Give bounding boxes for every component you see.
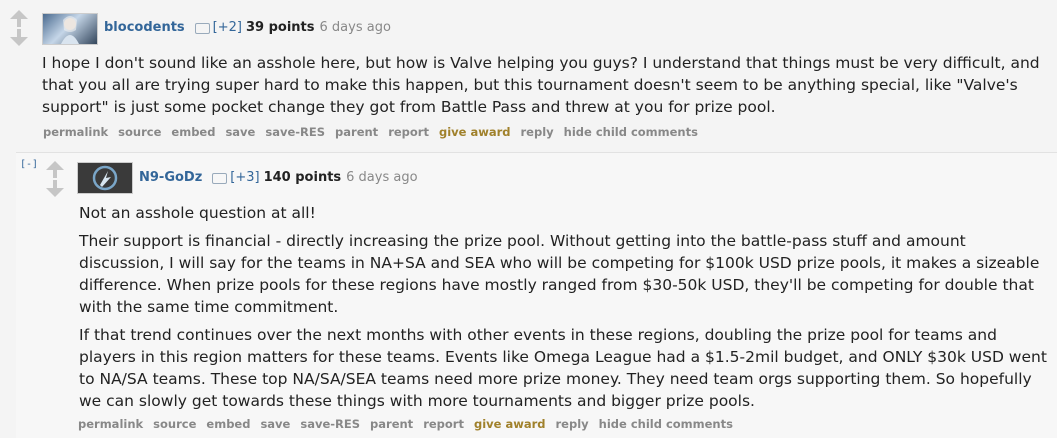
parent-button[interactable]: parent [370, 417, 413, 431]
comment-body: Not an asshole question at all! Their su… [79, 202, 1049, 418]
permalink-button[interactable]: permalink [78, 417, 143, 431]
give-award-button[interactable]: give award [474, 417, 546, 431]
user-tag-icon[interactable] [194, 23, 210, 34]
comment-buttons: permalink source embed save save-RES par… [43, 125, 698, 139]
hide-child-comments-button[interactable]: hide child comments [564, 125, 698, 139]
upvote-arrow-icon[interactable] [46, 161, 66, 178]
timestamp: 6 days ago [319, 20, 391, 35]
reply-button[interactable]: reply [556, 417, 589, 431]
embed-button[interactable]: embed [206, 417, 250, 431]
save-button[interactable]: save [260, 417, 290, 431]
vote-arrows [10, 10, 30, 46]
embed-button[interactable]: embed [171, 125, 215, 139]
comment-blocodents: blocodents [+2] 39 points 6 days ago I h… [0, 0, 1057, 150]
collapse-toggle[interactable]: [-] [20, 159, 38, 170]
save-res-button[interactable]: save-RES [300, 417, 360, 431]
downvote-arrow-icon[interactable] [10, 29, 30, 46]
comment-paragraph: Their support is financial - directly in… [79, 232, 1040, 316]
parent-button[interactable]: parent [335, 125, 378, 139]
save-res-button[interactable]: save-RES [265, 125, 325, 139]
source-button[interactable]: source [118, 125, 161, 139]
upvote-arrow-icon[interactable] [10, 10, 30, 27]
timestamp: 6 days ago [346, 170, 418, 185]
report-button[interactable]: report [388, 125, 429, 139]
avatar[interactable] [77, 162, 133, 194]
comment-paragraph: Not an asshole question at all! [79, 204, 316, 222]
report-button[interactable]: report [423, 417, 464, 431]
comment-tagline: blocodents [+2] 39 points 6 days ago [104, 20, 391, 35]
author-link[interactable]: N9-GoDz [139, 170, 202, 185]
downvote-arrow-icon[interactable] [46, 180, 66, 197]
vote-arrows [46, 161, 66, 197]
score-adjust: [+3] [230, 170, 260, 185]
points: 140 points [263, 170, 342, 185]
give-award-button[interactable]: give award [439, 125, 511, 139]
author-link[interactable]: blocodents [104, 20, 185, 35]
comment-n9-godz: [-] N9-GoDz [+3] 140 points 6 days ago N… [16, 152, 1057, 438]
comment-tagline: N9-GoDz [+3] 140 points 6 days ago [139, 170, 418, 185]
save-button[interactable]: save [225, 125, 255, 139]
user-tag-icon[interactable] [212, 173, 228, 184]
comment-paragraph: If that trend continues over the next mo… [79, 326, 1047, 410]
reply-button[interactable]: reply [521, 125, 554, 139]
permalink-button[interactable]: permalink [43, 125, 108, 139]
score-adjust: [+2] [212, 20, 242, 35]
comment-buttons: permalink source embed save save-RES par… [78, 417, 733, 431]
source-button[interactable]: source [153, 417, 196, 431]
avatar[interactable] [42, 13, 98, 45]
hide-child-comments-button[interactable]: hide child comments [599, 417, 733, 431]
comment-body: I hope I don't sound like an asshole her… [42, 52, 1042, 124]
points: 39 points [245, 20, 315, 35]
comment-paragraph: I hope I don't sound like an asshole her… [42, 54, 1040, 116]
